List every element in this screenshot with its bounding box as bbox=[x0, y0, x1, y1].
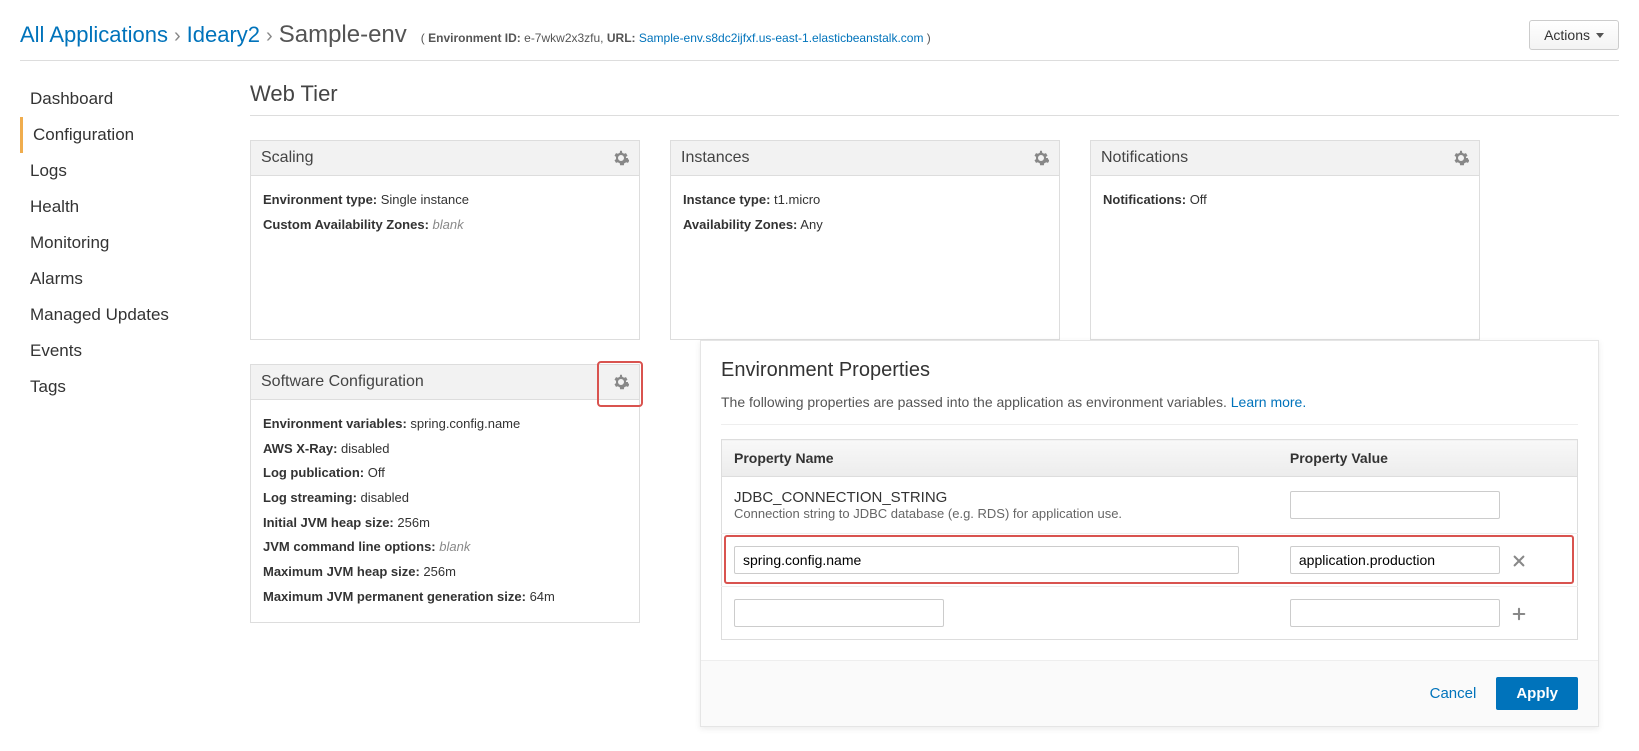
card-notifications: Notifications Notifications: Off bbox=[1090, 140, 1480, 340]
env-meta: ( Environment ID: e-7wkw2x3zfu, URL: Sam… bbox=[421, 31, 931, 45]
env-properties-table: Property Name Property Value JDBC_CONNEC… bbox=[721, 439, 1578, 640]
prop-value-input[interactable] bbox=[1290, 599, 1500, 627]
env-meta-close: ) bbox=[927, 31, 931, 45]
instances-az-value: Any bbox=[800, 217, 822, 232]
env-url-link[interactable]: Sample-env.s8dc2ijfxf.us-east-1.elasticb… bbox=[639, 31, 924, 45]
sw-logstream-label: Log streaming: bbox=[263, 490, 357, 505]
env-properties-desc-text: The following properties are passed into… bbox=[721, 394, 1227, 410]
breadcrumb-all-apps[interactable]: All Applications bbox=[20, 22, 168, 48]
prop-name-input[interactable] bbox=[734, 599, 944, 627]
sw-logstream-value: disabled bbox=[361, 490, 409, 505]
env-url-label: URL: bbox=[607, 31, 636, 45]
sw-envvars-label: Environment variables: bbox=[263, 416, 407, 431]
breadcrumb-sep: › bbox=[266, 25, 273, 48]
prop-name: JDBC_CONNECTION_STRING bbox=[734, 489, 1266, 506]
instances-az-label: Availability Zones: bbox=[683, 217, 797, 232]
actions-button[interactable]: Actions bbox=[1529, 20, 1619, 50]
sw-logpub-label: Log publication: bbox=[263, 465, 364, 480]
sidebar-item-dashboard[interactable]: Dashboard bbox=[20, 81, 250, 117]
prop-row-spring bbox=[722, 534, 1578, 587]
instances-type-value: t1.micro bbox=[774, 192, 820, 207]
sw-envvars-value: spring.config.name bbox=[410, 416, 520, 431]
sidebar-item-monitoring[interactable]: Monitoring bbox=[20, 225, 250, 261]
scaling-caz-value: blank bbox=[433, 217, 464, 232]
scaling-envtype-label: Environment type: bbox=[263, 192, 377, 207]
actions-label: Actions bbox=[1544, 27, 1590, 43]
env-id-label: Environment ID: bbox=[428, 31, 521, 45]
sw-initheap-label: Initial JVM heap size: bbox=[263, 515, 394, 530]
sidebar: Dashboard Configuration Logs Health Moni… bbox=[20, 81, 250, 405]
instances-type-label: Instance type: bbox=[683, 192, 770, 207]
card-scaling-title: Scaling bbox=[261, 149, 313, 167]
breadcrumb: All Applications › Ideary2 › Sample-env … bbox=[20, 21, 931, 49]
prop-name-input[interactable] bbox=[734, 546, 1239, 574]
gear-icon[interactable] bbox=[1453, 150, 1469, 166]
card-software: Software Configuration Environment varia… bbox=[250, 364, 640, 623]
sw-xray-label: AWS X-Ray: bbox=[263, 441, 337, 456]
sw-jvmcli-value: blank bbox=[439, 539, 470, 554]
env-properties-desc: The following properties are passed into… bbox=[721, 394, 1578, 425]
sidebar-item-tags[interactable]: Tags bbox=[20, 369, 250, 405]
sidebar-item-events[interactable]: Events bbox=[20, 333, 250, 369]
card-scaling: Scaling Environment type: Single instanc… bbox=[250, 140, 640, 340]
section-title: Web Tier bbox=[250, 81, 1619, 116]
prop-row-empty bbox=[722, 587, 1578, 640]
env-id-value: e-7wkw2x3zfu, bbox=[524, 31, 603, 45]
sw-maxheap-label: Maximum JVM heap size: bbox=[263, 564, 420, 579]
card-software-title: Software Configuration bbox=[261, 373, 424, 391]
gear-icon[interactable] bbox=[613, 374, 629, 390]
sidebar-item-managed-updates[interactable]: Managed Updates bbox=[20, 297, 250, 333]
sidebar-item-health[interactable]: Health bbox=[20, 189, 250, 225]
sw-jvmcli-label: JVM command line options: bbox=[263, 539, 436, 554]
notifications-value: Off bbox=[1190, 192, 1207, 207]
sw-initheap-value: 256m bbox=[397, 515, 430, 530]
env-properties-panel: Environment Properties The following pro… bbox=[700, 340, 1599, 727]
card-instances: Instances Instance type: t1.micro Availa… bbox=[670, 140, 1060, 340]
prop-value-input[interactable] bbox=[1290, 546, 1500, 574]
add-row-icon[interactable] bbox=[1512, 607, 1526, 621]
apply-button[interactable]: Apply bbox=[1496, 677, 1578, 710]
th-property-value: Property Value bbox=[1278, 440, 1578, 477]
breadcrumb-app[interactable]: Ideary2 bbox=[187, 22, 260, 48]
chevron-down-icon bbox=[1596, 33, 1604, 38]
breadcrumb-env: Sample-env bbox=[279, 21, 407, 49]
env-properties-title: Environment Properties bbox=[721, 359, 1578, 382]
sw-xray-value: disabled bbox=[341, 441, 389, 456]
sidebar-item-configuration[interactable]: Configuration bbox=[20, 117, 250, 153]
sw-logpub-value: Off bbox=[368, 465, 385, 480]
prop-row-jdbc: JDBC_CONNECTION_STRING Connection string… bbox=[722, 477, 1578, 534]
cancel-button[interactable]: Cancel bbox=[1430, 685, 1477, 702]
prop-sub: Connection string to JDBC database (e.g.… bbox=[734, 506, 1266, 521]
notifications-label: Notifications: bbox=[1103, 192, 1186, 207]
th-property-name: Property Name bbox=[722, 440, 1278, 477]
remove-row-icon[interactable] bbox=[1512, 554, 1526, 568]
sw-maxheap-value: 256m bbox=[423, 564, 456, 579]
gear-icon[interactable] bbox=[1033, 150, 1049, 166]
card-notifications-title: Notifications bbox=[1101, 149, 1188, 167]
sw-maxperm-label: Maximum JVM permanent generation size: bbox=[263, 589, 526, 604]
card-instances-title: Instances bbox=[681, 149, 749, 167]
sidebar-item-logs[interactable]: Logs bbox=[20, 153, 250, 189]
gear-icon[interactable] bbox=[613, 150, 629, 166]
sidebar-item-alarms[interactable]: Alarms bbox=[20, 261, 250, 297]
learn-more-link[interactable]: Learn more. bbox=[1231, 394, 1306, 410]
breadcrumb-sep: › bbox=[174, 25, 181, 48]
sw-maxperm-value: 64m bbox=[530, 589, 555, 604]
scaling-envtype-value: Single instance bbox=[381, 192, 469, 207]
scaling-caz-label: Custom Availability Zones: bbox=[263, 217, 429, 232]
prop-value-input[interactable] bbox=[1290, 491, 1500, 519]
